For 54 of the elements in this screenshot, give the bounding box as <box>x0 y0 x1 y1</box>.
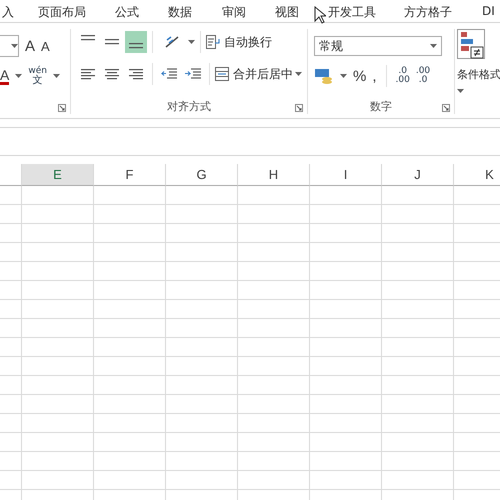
caret-icon <box>188 40 195 44</box>
align-top-icon <box>81 35 95 41</box>
dialog-launcher-icon[interactable] <box>442 104 450 112</box>
column-header[interactable]: I <box>310 164 382 186</box>
column-header[interactable]: J <box>382 164 454 186</box>
caret-icon <box>295 72 302 76</box>
vertical-align-button[interactable] <box>125 31 147 53</box>
align-bottom-icon <box>129 43 143 49</box>
ribbon-tab[interactable]: 审阅 <box>222 2 246 23</box>
phonetic-button[interactable]: wén 文 <box>28 66 47 86</box>
group-label: 数字 <box>369 99 393 114</box>
ribbon-tab[interactable]: 视图 <box>275 2 299 23</box>
caret-icon <box>15 74 22 78</box>
ribbon-tab[interactable]: DI <box>482 2 495 20</box>
dialog-launcher-icon[interactable] <box>295 104 303 112</box>
increase-decimal-button[interactable]: .0 .00 <box>396 67 410 85</box>
font-color-button[interactable]: A <box>0 68 10 84</box>
comma-button[interactable]: , <box>372 68 377 84</box>
column-header[interactable]: H <box>238 164 310 186</box>
decrease-indent-icon[interactable] <box>161 68 177 80</box>
column-header[interactable]: G <box>166 164 238 186</box>
ribbon-tab[interactable]: 公式 <box>115 2 139 23</box>
align-right-icon[interactable] <box>129 68 143 80</box>
ribbon-tab[interactable]: 数据 <box>168 2 192 23</box>
wrap-text-icon <box>206 35 220 49</box>
ribbon-tab[interactable]: 方方格子 <box>404 2 452 23</box>
align-left-icon[interactable] <box>81 68 95 80</box>
ribbon-tab[interactable]: 开发工具 <box>328 2 376 23</box>
conditional-format-icon[interactable] <box>457 29 485 59</box>
percent-button[interactable]: % <box>353 68 366 84</box>
merge-center-button[interactable]: 合并后居中 <box>215 63 293 85</box>
column-header[interactable]: F <box>94 164 166 186</box>
caret-icon <box>52 74 60 78</box>
shrink-font-button[interactable]: A <box>41 38 50 54</box>
dialog-launcher-icon[interactable] <box>58 104 66 112</box>
align-center-icon[interactable] <box>105 68 119 80</box>
currency-icon[interactable] <box>314 68 334 84</box>
align-middle-icon <box>105 39 119 45</box>
merge-cells-icon <box>215 67 229 81</box>
decrease-decimal-button[interactable]: .00 .0 <box>416 67 430 85</box>
group-label: 对齐方式 <box>166 99 212 114</box>
ribbon-tab[interactable]: 入 <box>2 2 14 23</box>
column-header[interactable]: E <box>22 164 94 186</box>
ribbon-tab[interactable]: 页面布局 <box>38 2 86 23</box>
font-size-field[interactable] <box>0 35 19 57</box>
grow-font-button[interactable]: A <box>25 38 36 54</box>
orientation-icon[interactable] <box>164 35 180 49</box>
caret-icon <box>11 44 18 48</box>
number-format-dropdown[interactable]: 常规 <box>314 36 442 56</box>
increase-indent-icon[interactable] <box>185 68 201 80</box>
caret-icon <box>430 44 437 48</box>
caret-icon <box>340 74 347 78</box>
caret-icon <box>457 89 464 93</box>
wrap-text-button[interactable]: 自动换行 <box>206 31 272 53</box>
